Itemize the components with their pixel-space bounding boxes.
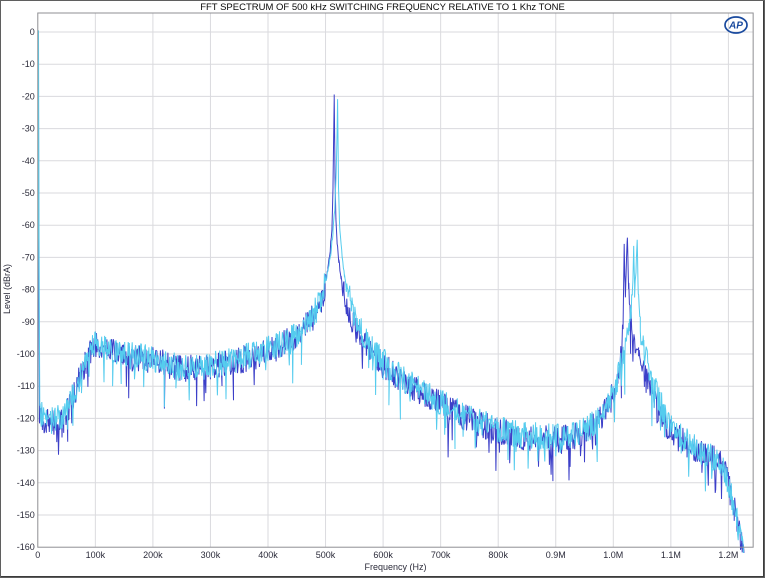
x-tick-label: 400k <box>258 550 278 560</box>
y-tick-label: -120 <box>17 413 35 423</box>
x-tick-label: 1.0M <box>603 550 623 560</box>
fft-spectrum-plot: 0 -10 -20 -30 -40 -50 -60 -70 -80 -90 -100 -110 -120… <box>17 12 754 560</box>
y-tick-label: 0 <box>30 27 35 37</box>
x-tick-label: 0 <box>35 550 40 560</box>
audio-precision-logo: AP <box>724 16 748 34</box>
plot-border <box>37 12 754 548</box>
y-tick-label: -90 <box>22 317 35 327</box>
x-tick-label: 500k <box>316 550 336 560</box>
x-tick-label: 200k <box>143 550 163 560</box>
y-tick-label: -40 <box>22 156 35 166</box>
y-tick-label: -160 <box>17 542 35 552</box>
y-tick-label: -110 <box>17 381 34 391</box>
y-tick-label: -80 <box>22 285 35 295</box>
y-tick-label: -50 <box>22 188 35 198</box>
x-tick-label: 100k <box>86 550 106 560</box>
x-tick-label: 0.9M <box>546 550 566 560</box>
y-tick-label: -100 <box>17 349 35 359</box>
y-tick-label: -60 <box>22 220 35 230</box>
y-tick-label: -150 <box>17 510 35 520</box>
y-tick-label: -140 <box>17 478 35 488</box>
x-axis-title: Frequency (Hz) <box>364 562 427 572</box>
y-axis-title: Level (dBrA) <box>2 263 12 315</box>
fft-trace-cyan <box>37 30 744 553</box>
x-tick-label: 1.2M <box>718 550 738 560</box>
x-tick-label: 700k <box>431 550 451 560</box>
x-tick-label: 800k <box>488 550 508 560</box>
y-tick-label: -30 <box>22 124 35 134</box>
x-tick-label: 1.1M <box>661 550 681 560</box>
logo-text: AP <box>728 21 743 32</box>
ap-graph-window: FFT SPECTRUM OF 500 kHz SWITCHING FREQUE… <box>0 0 765 578</box>
y-tick-label: -70 <box>22 252 35 262</box>
x-tick-label: 300k <box>201 550 221 560</box>
x-tick-label: 600k <box>373 550 393 560</box>
y-tick-label: -20 <box>22 91 35 101</box>
y-tick-label: -10 <box>22 59 35 69</box>
y-tick-label: -130 <box>17 446 35 456</box>
